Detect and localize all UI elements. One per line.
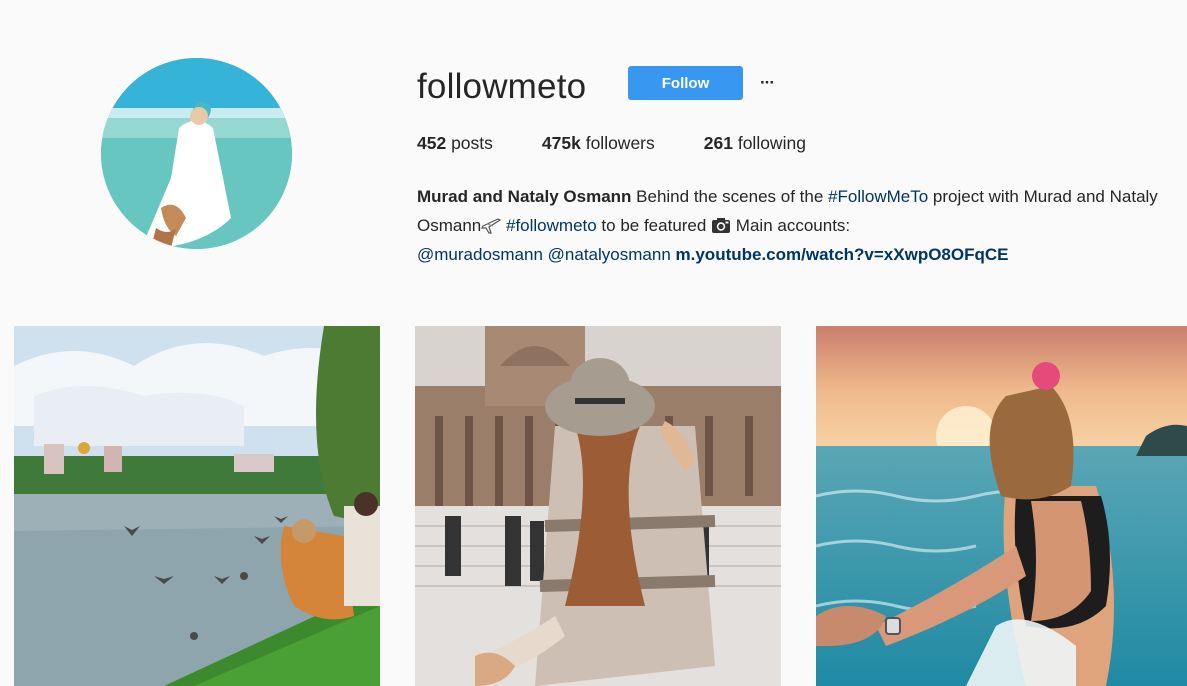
followers-label: followers [580, 133, 655, 153]
posts-count: 452 [417, 133, 447, 153]
posts-label: posts [446, 133, 493, 153]
post-thumbnail[interactable] [816, 326, 1187, 686]
hashtag-link[interactable]: #FollowMeTo [828, 187, 928, 206]
profile-full-name: Murad and Nataly Osmann [417, 187, 632, 206]
posts-stat: 452 posts [417, 133, 493, 154]
profile-bio: Murad and Nataly Osmann Behind the scene… [417, 182, 1187, 269]
following-stat[interactable]: 261 following [704, 133, 806, 154]
following-count: 261 [703, 133, 733, 153]
mention-link[interactable]: @muradosmann [417, 245, 543, 264]
post-thumbnail[interactable] [415, 326, 781, 686]
profile-stats: 452 posts 475k followers 261 following [417, 133, 855, 154]
bio-text: Behind the scenes of the [631, 187, 829, 206]
bio-text: to be featured [596, 216, 712, 235]
hashtag-link[interactable]: #followmeto [506, 216, 597, 235]
ellipsis-icon[interactable]: ··· [756, 68, 778, 98]
profile-avatar [101, 58, 292, 249]
profile-username: followmeto [417, 67, 587, 106]
followers-count: 475k [541, 133, 581, 153]
mention-link[interactable]: @natalyosmann [548, 245, 671, 264]
external-link[interactable]: m.youtube.com/watch?v=xXwpO8OFqCE [676, 245, 1009, 264]
post-thumbnail[interactable] [14, 326, 380, 686]
following-label: following [732, 133, 806, 153]
follow-button[interactable]: Follow [628, 66, 743, 100]
airplane-icon [481, 214, 502, 234]
bio-text: Main accounts: [731, 216, 851, 235]
followers-stat[interactable]: 475k followers [542, 133, 655, 154]
camera-icon [711, 214, 731, 233]
